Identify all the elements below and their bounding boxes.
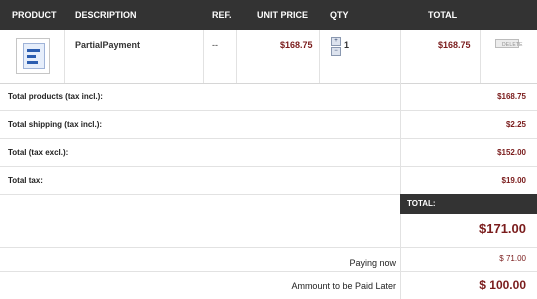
summary-row-products: Total products (tax incl.): $168.75 — [0, 83, 537, 111]
column-divider — [236, 30, 237, 83]
summary-value: $152.00 — [497, 148, 526, 157]
pay-later-label: Ammount to be Paid Later — [291, 281, 396, 291]
summary-value: $19.00 — [501, 176, 526, 185]
product-name-link[interactable]: PartialPayment — [75, 40, 140, 50]
column-divider — [203, 30, 204, 83]
column-header-ref: REF. — [212, 10, 232, 20]
paying-now-label: Paying now — [349, 258, 396, 268]
grand-total-value: $171.00 — [479, 221, 526, 236]
quantity-stepper: + − — [331, 37, 341, 56]
column-divider — [64, 30, 65, 83]
product-unit-price: $168.75 — [280, 40, 313, 50]
product-total: $168.75 — [438, 40, 471, 50]
quantity-decrease-icon[interactable]: − — [331, 47, 341, 56]
row-divider — [0, 271, 537, 272]
column-divider — [480, 30, 481, 83]
shopping-cart-summary: PRODUCT DESCRIPTION REF. UNIT PRICE QTY … — [0, 0, 537, 299]
pay-later-value: $ 100.00 — [479, 278, 526, 292]
row-divider — [0, 247, 537, 248]
summary-label: Total (tax excl.): — [8, 148, 69, 157]
total-header-label: TOTAL: — [407, 199, 436, 208]
summary-row-total-tax-excl: Total (tax excl.): $152.00 — [0, 139, 537, 167]
column-divider — [400, 214, 401, 299]
summary-value: $168.75 — [497, 92, 526, 101]
column-header-qty: QTY — [330, 10, 349, 20]
product-ref: -- — [212, 40, 218, 50]
summary-label: Total tax: — [8, 176, 43, 185]
total-header: TOTAL: — [400, 194, 537, 214]
summary-value: $2.25 — [505, 120, 526, 129]
summary-row-tax: Total tax: $19.00 — [0, 167, 537, 195]
quantity-increase-icon[interactable]: + — [331, 37, 341, 46]
cart-item-row: PartialPayment -- $168.75 + − 1 $168.75 … — [0, 30, 537, 84]
paying-now-value: $ 71.00 — [499, 254, 526, 263]
column-header-total: TOTAL — [428, 10, 458, 20]
summary-row-shipping: Total shipping (tax incl.): $2.25 — [0, 111, 537, 139]
grand-total-block: TOTAL: $171.00 Paying now $ 71.00 Ammoun… — [0, 194, 537, 299]
product-thumbnail-icon[interactable] — [16, 38, 50, 74]
column-divider — [400, 30, 401, 83]
delete-button[interactable]: DELETE — [495, 39, 522, 48]
quantity-value: 1 — [344, 40, 350, 50]
column-header-product: PRODUCT — [12, 10, 57, 20]
column-divider — [319, 30, 320, 83]
summary-label: Total shipping (tax incl.): — [8, 120, 103, 129]
column-header-unit-price: UNIT PRICE — [257, 10, 309, 20]
column-header-description: DESCRIPTION — [75, 10, 137, 20]
cart-table-header: PRODUCT DESCRIPTION REF. UNIT PRICE QTY … — [0, 0, 537, 30]
summary-label: Total products (tax incl.): — [8, 92, 103, 101]
